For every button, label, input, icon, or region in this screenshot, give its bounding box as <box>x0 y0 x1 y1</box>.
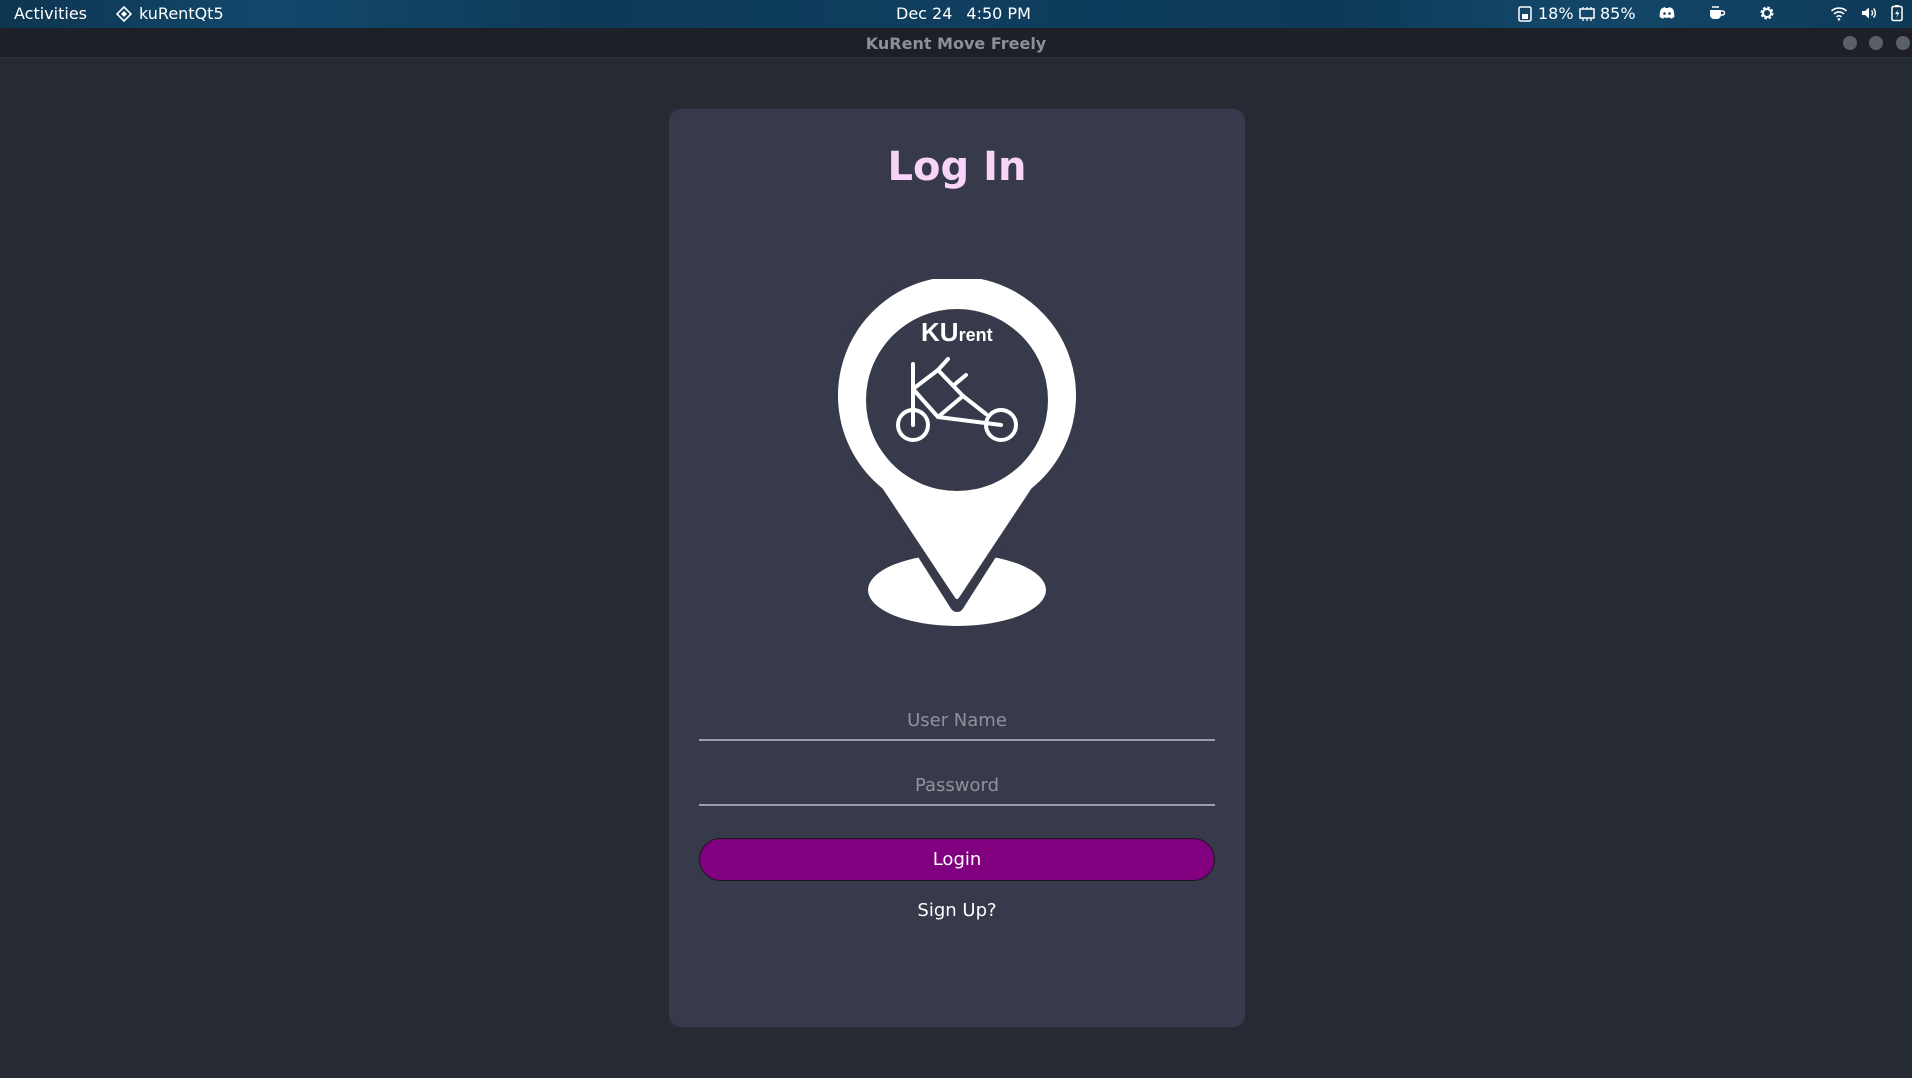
gear-icon <box>1760 6 1774 20</box>
system-top-bar: Activities kuRentQt5 Dec 24 4:50 PM 18% … <box>0 0 1912 28</box>
close-button[interactable] <box>1896 36 1910 50</box>
volume-icon <box>1862 7 1876 19</box>
kurent-logo: KUrent <box>838 279 1078 626</box>
wifi-indicator[interactable] <box>1830 4 1848 22</box>
settings-tray[interactable] <box>1758 4 1776 22</box>
disk-usage: 18% <box>1538 4 1574 23</box>
battery-icon <box>1891 5 1903 22</box>
caffeine-tray[interactable] <box>1708 4 1726 22</box>
login-button[interactable]: Login <box>699 838 1215 881</box>
clock[interactable]: Dec 24 4:50 PM <box>896 4 1031 23</box>
discord-tray[interactable] <box>1658 4 1676 22</box>
app-menu[interactable]: kuRentQt5 <box>116 4 224 23</box>
activities-button[interactable]: Activities <box>14 4 87 23</box>
disk-indicator[interactable]: 18% <box>1516 4 1574 23</box>
window-title: KuRent Move Freely <box>865 34 1047 53</box>
page-title: Log In <box>887 144 1027 190</box>
battery-indicator[interactable] <box>1888 4 1906 22</box>
minimize-button[interactable] <box>1843 36 1857 50</box>
signup-link[interactable]: Sign Up? <box>699 900 1215 921</box>
clock-date: Dec 24 <box>896 4 953 23</box>
volume-indicator[interactable] <box>1860 4 1878 22</box>
app-name: kuRentQt5 <box>139 4 224 23</box>
memory-icon <box>1579 6 1595 21</box>
coffee-icon <box>1710 6 1726 19</box>
maximize-button[interactable] <box>1869 36 1883 50</box>
clock-time: 4:50 PM <box>966 4 1031 23</box>
memory-usage: 85% <box>1600 4 1636 23</box>
username-field[interactable] <box>699 701 1215 741</box>
disk-icon <box>1518 5 1532 22</box>
window-title-bar[interactable]: KuRent Move Freely <box>0 28 1912 58</box>
discord-icon <box>1659 7 1675 19</box>
logo-text-sub: rent <box>959 325 993 345</box>
password-field[interactable] <box>699 766 1215 806</box>
logo-text-main: KU <box>921 317 959 347</box>
memory-indicator[interactable]: 85% <box>1578 4 1636 23</box>
wifi-icon <box>1830 7 1848 21</box>
app-diamond-icon <box>116 5 132 22</box>
